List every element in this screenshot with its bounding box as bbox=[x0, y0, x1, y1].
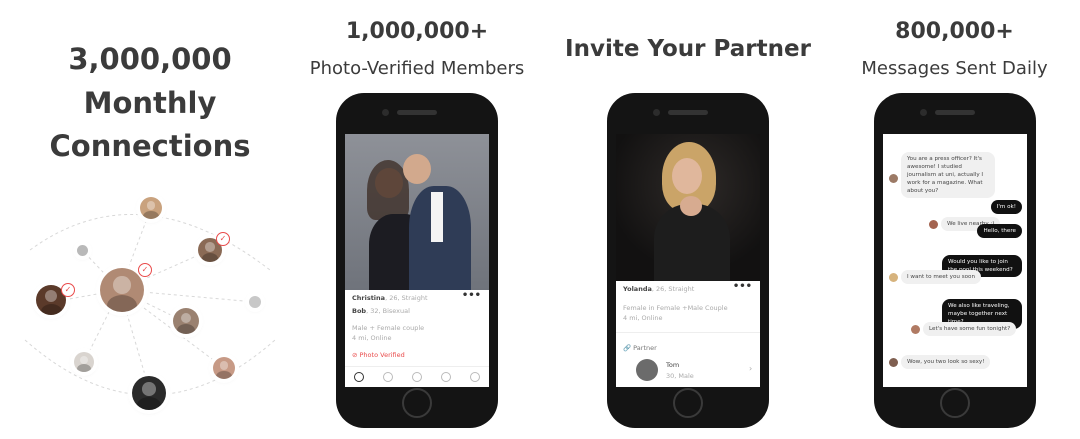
profile-status: 4 mi, Online bbox=[352, 334, 392, 342]
avatar bbox=[213, 357, 235, 379]
connections-count: 3,000,000 bbox=[68, 42, 232, 76]
eye-icon[interactable] bbox=[354, 372, 365, 382]
home-button bbox=[673, 388, 703, 418]
photo-verified-label: ⊘ Photo Verified bbox=[352, 351, 405, 359]
avatar bbox=[74, 352, 94, 372]
camera-icon bbox=[382, 109, 389, 116]
bottom-nav bbox=[345, 366, 489, 387]
discover-icon[interactable] bbox=[411, 372, 422, 382]
connections-label-2: Connections bbox=[49, 129, 251, 163]
members-label: Photo-Verified Members bbox=[309, 58, 525, 79]
verified-members-panel: 1,000,000+ Photo-Verified Members ••• Ch… bbox=[300, 0, 534, 439]
verified-badge-icon: ✓ bbox=[138, 263, 152, 277]
avatar-couple bbox=[100, 268, 144, 312]
partner-section-label: 🔗 Partner bbox=[623, 344, 657, 352]
avatar bbox=[173, 308, 199, 334]
avatar bbox=[132, 376, 166, 410]
chat-message: I want to meet you soon bbox=[901, 270, 982, 284]
home-button bbox=[402, 388, 432, 418]
heart-icon[interactable] bbox=[383, 372, 394, 382]
partner-name[interactable]: Tom bbox=[666, 361, 679, 369]
verified-badge-icon: ✓ bbox=[216, 232, 230, 246]
avatar bbox=[249, 296, 261, 308]
connections-label-1: Monthly bbox=[83, 86, 217, 120]
chat-icon[interactable] bbox=[440, 372, 451, 382]
avatar bbox=[77, 245, 88, 256]
chat-message: Let's have some fun tonight? bbox=[923, 322, 1017, 336]
link-icon: 🔗 bbox=[623, 344, 632, 352]
speaker bbox=[668, 110, 708, 115]
camera-icon bbox=[653, 109, 660, 116]
profile-icon[interactable] bbox=[469, 372, 480, 382]
profile-status: 4 mi, Online bbox=[623, 314, 663, 322]
avatar bbox=[140, 197, 162, 219]
profile-name-2: Bob, 32, Bisexual bbox=[352, 307, 410, 315]
members-count: 1,000,000+ bbox=[345, 19, 489, 44]
sender-avatar bbox=[889, 358, 898, 367]
phone-mockup: ••• Yolanda, 26, Straight Female in Fema… bbox=[607, 93, 769, 428]
partner-avatar[interactable] bbox=[636, 359, 658, 381]
more-options-icon[interactable]: ••• bbox=[733, 281, 752, 292]
partner-meta: 30, Male bbox=[666, 372, 694, 380]
chat-message: I'm ok! bbox=[990, 200, 1022, 214]
sender-avatar bbox=[911, 325, 920, 334]
home-button bbox=[940, 388, 970, 418]
profile-name: Yolanda, 26, Straight bbox=[623, 285, 695, 293]
messages-count: 800,000+ bbox=[895, 19, 1014, 44]
couple-photo bbox=[345, 134, 489, 290]
connections-panel: 3,000,000 Monthly Connections ✓ ✓ ✓ bbox=[0, 0, 300, 439]
invite-partner-panel: Invite Your Partner ••• Yolanda, 26, Str… bbox=[553, 0, 823, 439]
chevron-right-icon[interactable]: › bbox=[749, 364, 752, 373]
profile-photo bbox=[616, 134, 760, 281]
camera-icon bbox=[920, 109, 927, 116]
more-options-icon[interactable]: ••• bbox=[462, 290, 481, 301]
partner-profile-screen: ••• Yolanda, 26, Straight Female in Fema… bbox=[616, 134, 760, 387]
profile-screen: ••• Christina, 26, Straight Bob, 32, Bis… bbox=[345, 134, 489, 387]
sender-avatar bbox=[929, 220, 938, 229]
verified-badge-icon: ✓ bbox=[61, 283, 75, 297]
sender-avatar bbox=[889, 174, 898, 183]
speaker bbox=[397, 110, 437, 115]
chat-screen: You are a press officer? It's awesome! I… bbox=[883, 134, 1027, 387]
phone-mockup: You are a press officer? It's awesome! I… bbox=[874, 93, 1036, 428]
chat-message: You are a press officer? It's awesome! I… bbox=[901, 152, 995, 198]
profile-name-1: Christina, 26, Straight bbox=[352, 294, 428, 302]
chat-message: Wow, you two look so sexy! bbox=[901, 355, 991, 369]
profile-description: Male + Female couple bbox=[352, 324, 425, 332]
phone-mockup: ••• Christina, 26, Straight Bob, 32, Bis… bbox=[336, 93, 498, 428]
sender-avatar bbox=[889, 273, 898, 282]
invite-partner-title: Invite Your Partner bbox=[565, 36, 811, 62]
profile-description: Female in Female +Male Couple bbox=[623, 304, 728, 312]
speaker bbox=[935, 110, 975, 115]
messages-label: Messages Sent Daily bbox=[861, 58, 1048, 79]
messages-panel: 800,000+ Messages Sent Daily You are a p… bbox=[829, 0, 1080, 439]
chat-message: Hello, there bbox=[977, 224, 1022, 238]
connections-network: ✓ ✓ ✓ bbox=[20, 190, 290, 420]
